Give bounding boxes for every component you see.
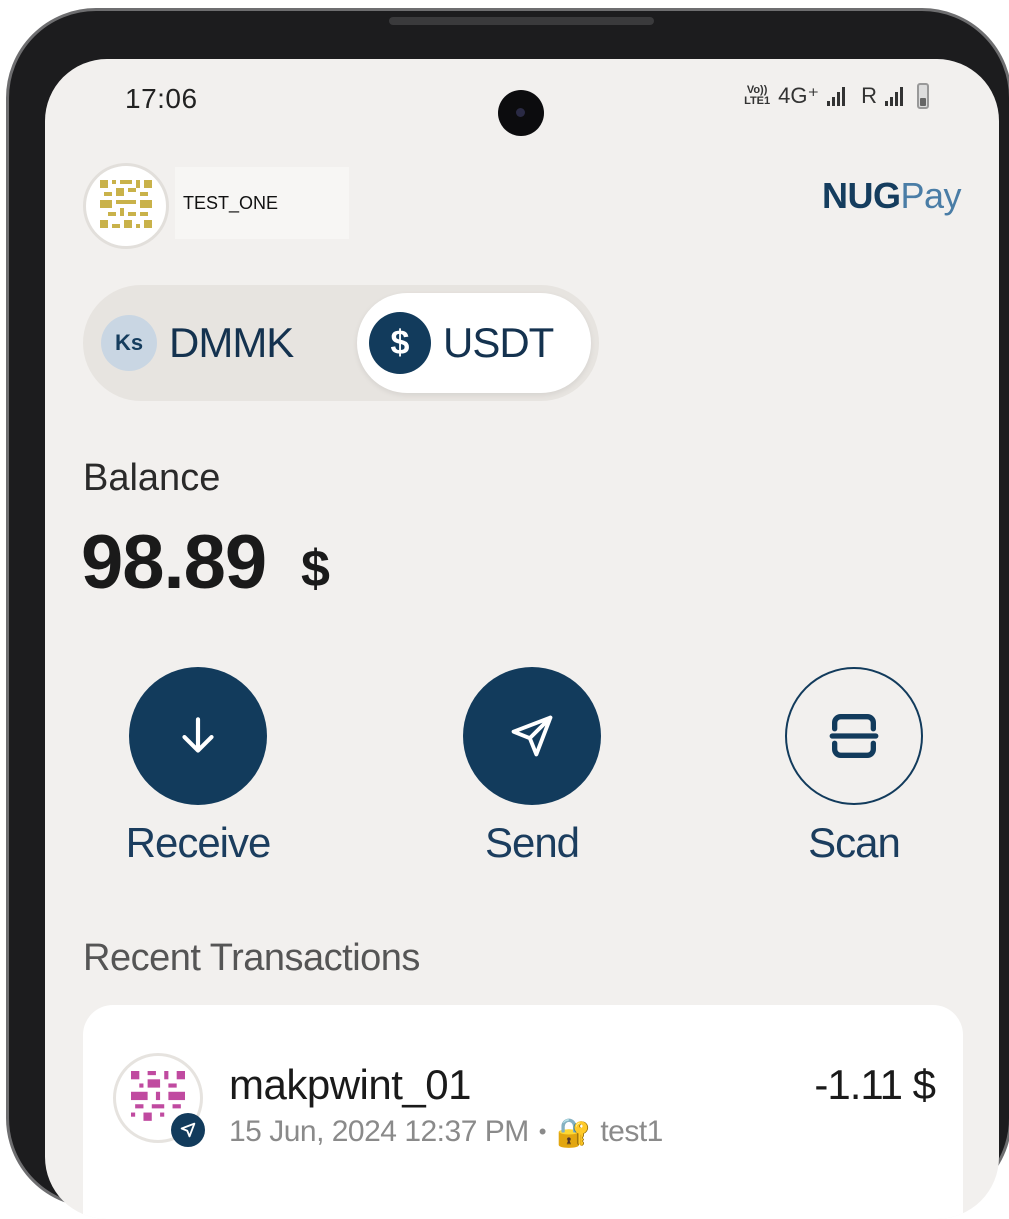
signal-icon-2 — [885, 86, 903, 106]
balance-amount: 98.89 — [81, 520, 267, 605]
paper-plane-icon — [180, 1122, 196, 1138]
currency-option-usdt[interactable]: $ USDT — [357, 293, 591, 393]
roaming-indicator: R — [861, 83, 877, 108]
front-camera — [498, 90, 544, 136]
currency-option-label: DMMK — [169, 319, 294, 366]
profile-avatar[interactable] — [83, 163, 169, 249]
battery-icon — [917, 83, 929, 109]
scan-label: Scan — [808, 819, 901, 866]
receive-circle[interactable] — [129, 667, 267, 805]
status-icons: Vo)) LTE1 4G⁺ R — [744, 83, 929, 109]
ks-currency-icon: Ks — [101, 315, 157, 371]
dollar-currency-icon: $ — [369, 312, 431, 374]
send-label: Send — [484, 819, 580, 866]
qr-avatar-icon — [100, 180, 152, 228]
status-time: 17:06 — [125, 83, 198, 114]
volte-icon: Vo)) LTE1 — [744, 85, 770, 107]
meta-separator: • — [538, 1119, 547, 1144]
arrow-down-icon — [182, 717, 214, 753]
transaction-date: 15 Jun, 2024 12:37 PM — [229, 1115, 529, 1148]
status-bar: 17:06 Vo)) LTE1 4G⁺ R — [45, 59, 999, 139]
transaction-note: test1 — [600, 1115, 663, 1148]
recent-transactions-title: Recent Transactions — [83, 937, 420, 979]
scan-circle[interactable] — [785, 667, 923, 805]
paper-plane-icon — [511, 715, 553, 757]
brand-logo: NUGPay — [821, 175, 962, 217]
send-button[interactable]: Send — [437, 667, 627, 877]
scan-button[interactable]: Scan — [759, 667, 949, 877]
phone-frame: 17:06 Vo)) LTE1 4G⁺ R TEST_ONE NUGPay Ks… — [6, 8, 1009, 1219]
transaction-name: makpwint_01 — [229, 1061, 471, 1108]
currency-toggle: Ks DMMK $ USDT — [83, 285, 599, 401]
phone-speaker — [389, 17, 654, 25]
username: TEST_ONE — [183, 192, 279, 213]
balance-currency: $ — [301, 540, 330, 598]
transaction-amount: -1.11 $ — [814, 1061, 936, 1108]
transaction-meta: 15 Jun, 2024 12:37 PM • 🔐 test1 — [229, 1115, 663, 1149]
receive-label: Receive — [125, 819, 272, 866]
brand-logo-light: Pay — [900, 175, 961, 216]
lock-icon: 🔐 — [555, 1116, 591, 1148]
brand-logo-bold: NUG — [821, 175, 901, 216]
scan-icon — [829, 714, 879, 758]
send-circle[interactable] — [463, 667, 601, 805]
currency-option-label: USDT — [443, 319, 554, 366]
app-screen: 17:06 Vo)) LTE1 4G⁺ R TEST_ONE NUGPay Ks… — [45, 59, 999, 1219]
username-box: TEST_ONE — [175, 167, 349, 239]
signal-icon — [827, 86, 846, 106]
currency-option-dmmk[interactable]: Ks DMMK — [89, 293, 355, 393]
volte-bottom-text: LTE1 — [744, 95, 771, 107]
balance-label: Balance — [83, 457, 221, 499]
send-type-badge — [171, 1113, 205, 1147]
network-type: 4G⁺ — [778, 83, 820, 108]
transaction-item[interactable]: makpwint_01 15 Jun, 2024 12:37 PM • 🔐 te… — [83, 1005, 963, 1219]
receive-button[interactable]: Receive — [103, 667, 293, 877]
